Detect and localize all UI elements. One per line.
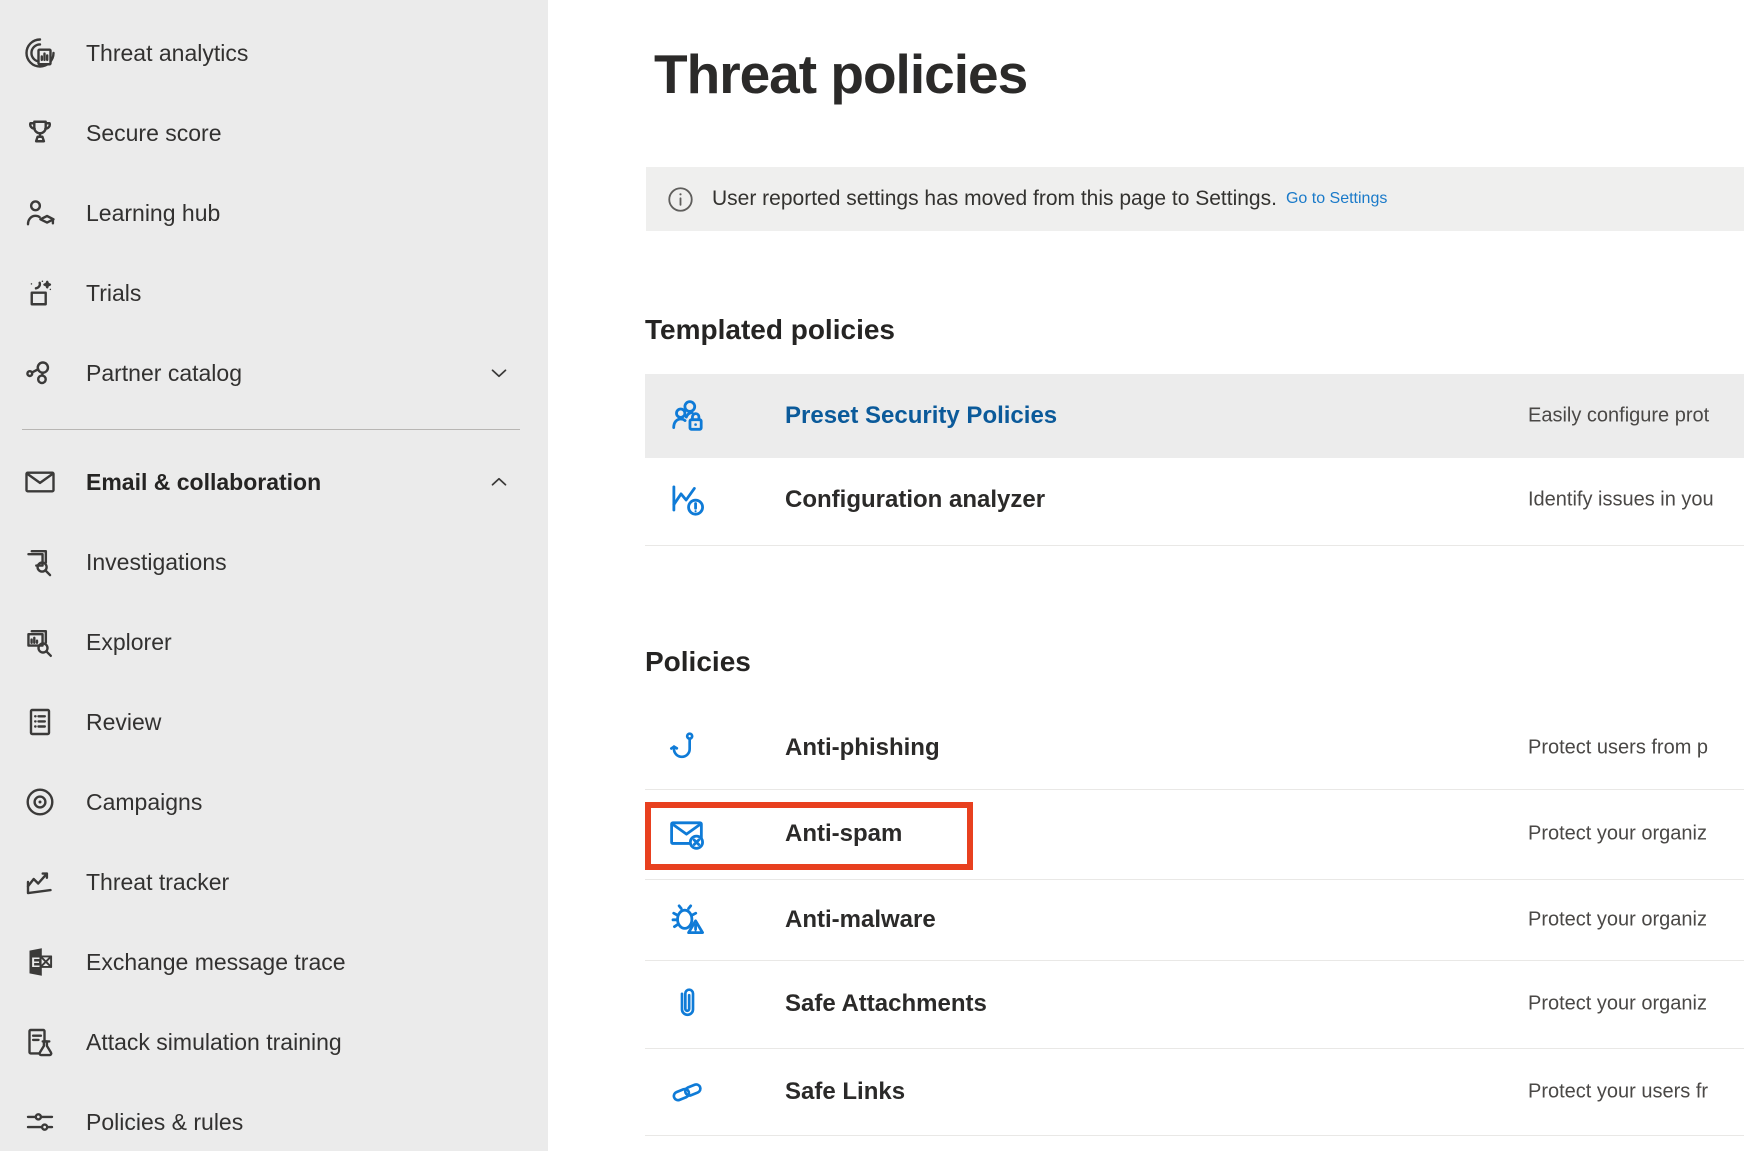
people-lock-icon (663, 395, 711, 437)
sidebar-item-trials[interactable]: Trials (0, 253, 548, 333)
sidebar-item-label: Threat tracker (86, 869, 229, 896)
sidebar-item-label: Email & collaboration (86, 469, 321, 496)
exchange-logo-icon: E (22, 944, 58, 980)
sidebar-item-exchange-message-trace[interactable]: E Exchange message trace (0, 922, 548, 1002)
row-label: Configuration analyzer (785, 486, 1045, 514)
templated-policies-heading: Templated policies (645, 314, 895, 346)
chevron-down-icon[interactable] (486, 360, 512, 386)
row-description: Protect your organiz (1528, 823, 1707, 846)
row-anti-spam[interactable]: Anti-spam Protect your organiz (645, 789, 1744, 880)
sidebar-nav: Threat analytics Secure score (0, 0, 548, 1151)
sliders-icon (22, 1104, 58, 1140)
paperclip-icon (663, 984, 711, 1024)
sidebar-item-label: Threat analytics (86, 40, 248, 67)
sidebar-divider (22, 429, 520, 430)
document-flask-icon (22, 1024, 58, 1060)
sidebar-item-label: Attack simulation training (86, 1029, 342, 1056)
row-label: Safe Links (785, 1078, 905, 1106)
sidebar-item-explorer[interactable]: Explorer (0, 602, 548, 682)
sidebar-item-policies-rules[interactable]: Policies & rules (0, 1082, 548, 1151)
fish-hook-icon (663, 728, 711, 768)
chart-search-icon (22, 624, 58, 660)
sidebar-item-partner-catalog[interactable]: Partner catalog (0, 333, 548, 413)
sidebar-item-investigations[interactable]: Investigations (0, 522, 548, 602)
chevron-up-icon[interactable] (486, 469, 512, 495)
chart-alert-icon (663, 479, 711, 521)
sidebar-item-threat-analytics[interactable]: Threat analytics (0, 13, 548, 93)
sidebar-item-label: Learning hub (86, 200, 220, 227)
sidebar-item-email-collaboration[interactable]: Email & collaboration (0, 442, 548, 522)
policy-lists: Templated policies Preset Security Polic… (645, 0, 1744, 1151)
documents-search-icon (22, 544, 58, 580)
sidebar-item-label: Policies & rules (86, 1109, 243, 1136)
main-content: Threat policies User reported settings h… (548, 0, 1744, 1151)
row-anti-malware[interactable]: Anti-malware Protect your organiz (645, 879, 1744, 961)
row-safe-links[interactable]: Safe Links Protect your users fr (645, 1048, 1744, 1136)
sidebar-item-label: Investigations (86, 549, 227, 576)
row-anti-phishing[interactable]: Anti-phishing Protect users from p (645, 706, 1744, 790)
section-divider (645, 545, 1744, 546)
bug-warning-icon (663, 899, 711, 941)
row-preset-security-policies[interactable]: Preset Security Policies Easily configur… (645, 374, 1744, 458)
chain-links-icon (663, 1072, 711, 1112)
sidebar-item-secure-score[interactable]: Secure score (0, 93, 548, 173)
sidebar-item-learning-hub[interactable]: Learning hub (0, 173, 548, 253)
sidebar-item-label: Exchange message trace (86, 949, 346, 976)
sidebar-item-label: Campaigns (86, 789, 202, 816)
bullseye-icon (22, 784, 58, 820)
mail-block-icon (663, 813, 711, 855)
graduate-person-icon (22, 195, 58, 231)
row-description: Protect your organiz (1528, 993, 1707, 1016)
row-label: Anti-spam (785, 820, 902, 848)
envelope-icon (22, 464, 58, 500)
svg-text:E: E (31, 955, 40, 970)
sidebar-item-review[interactable]: Review (0, 682, 548, 762)
sidebar-item-label: Trials (86, 280, 141, 307)
row-label: Anti-malware (785, 906, 936, 934)
row-configuration-analyzer[interactable]: Configuration analyzer Identify issues i… (645, 458, 1744, 542)
list-document-icon (22, 704, 58, 740)
sidebar-item-label: Secure score (86, 120, 222, 147)
sidebar: Threat analytics Secure score (0, 0, 548, 1151)
sidebar-item-label: Review (86, 709, 161, 736)
policies-heading: Policies (645, 646, 751, 678)
trophy-icon (22, 115, 58, 151)
network-nodes-icon (22, 355, 58, 391)
row-description: Protect users from p (1528, 736, 1708, 759)
row-description: Protect your users fr (1528, 1080, 1708, 1103)
sidebar-item-attack-simulation-training[interactable]: Attack simulation training (0, 1002, 548, 1082)
sidebar-item-threat-tracker[interactable]: Threat tracker (0, 842, 548, 922)
trend-chart-icon (22, 864, 58, 900)
row-description: Protect your organiz (1528, 908, 1707, 931)
row-safe-attachments[interactable]: Safe Attachments Protect your organiz (645, 960, 1744, 1049)
sidebar-item-campaigns[interactable]: Campaigns (0, 762, 548, 842)
sidebar-item-label: Explorer (86, 629, 172, 656)
row-description: Identify issues in you (1528, 489, 1714, 512)
row-label-link[interactable]: Preset Security Policies (785, 402, 1057, 430)
row-label: Anti-phishing (785, 734, 940, 762)
row-label: Safe Attachments (785, 990, 987, 1018)
row-description: Easily configure prot (1528, 405, 1709, 428)
gift-sparkle-icon (22, 275, 58, 311)
sidebar-item-label: Partner catalog (86, 360, 242, 387)
threat-analytics-icon (22, 35, 58, 71)
defender-portal: Threat analytics Secure score (0, 0, 1744, 1151)
